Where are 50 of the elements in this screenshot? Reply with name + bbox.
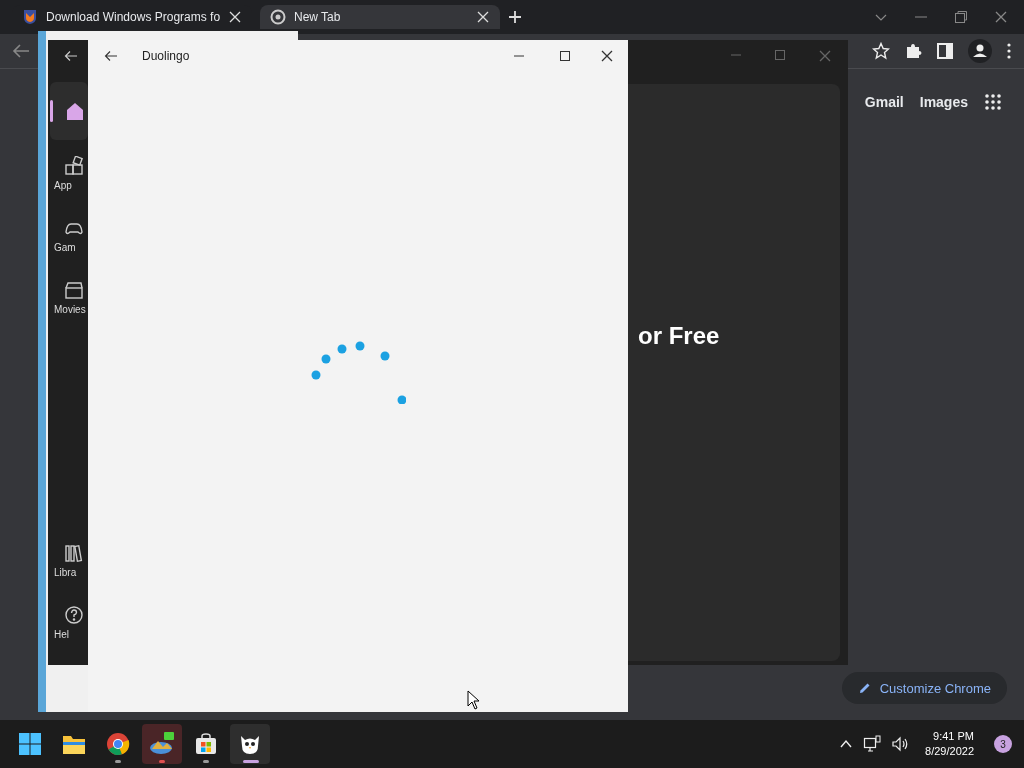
plus-icon xyxy=(508,10,522,24)
apps-icon xyxy=(64,155,84,176)
volume-icon xyxy=(891,735,910,753)
nav-item[interactable]: Gam xyxy=(50,206,88,264)
back-arrow-icon xyxy=(104,50,118,62)
network-icon xyxy=(863,735,882,753)
clock-date: 8/29/2022 xyxy=(925,744,974,759)
close-icon xyxy=(600,49,614,63)
close-icon xyxy=(994,10,1008,24)
shopping-bag-icon xyxy=(194,732,218,756)
side-panel-icon xyxy=(936,42,954,60)
back-arrow-icon xyxy=(12,43,30,59)
back-arrow-icon xyxy=(64,50,78,62)
back-button[interactable] xyxy=(104,50,118,62)
taskbar-app[interactable] xyxy=(142,724,182,764)
window-title: Duolingo xyxy=(142,49,190,63)
nav-item[interactable]: App xyxy=(50,144,88,202)
windows-start-icon xyxy=(18,732,42,756)
menu-dots-icon xyxy=(1006,42,1012,60)
nav-item[interactable]: Hel xyxy=(50,593,88,651)
headline: or Free xyxy=(638,322,720,350)
browser-tab[interactable]: New Tab xyxy=(260,5,500,29)
clock-time: 9:41 PM xyxy=(933,729,974,744)
library-icon xyxy=(64,542,84,563)
folder-icon xyxy=(62,733,86,755)
close-icon xyxy=(476,10,490,24)
nav-item[interactable] xyxy=(50,82,88,140)
close-icon xyxy=(818,49,832,63)
pencil-icon xyxy=(857,681,872,695)
shield-logo-icon xyxy=(22,9,38,25)
star-icon xyxy=(872,42,890,60)
nav-item[interactable]: Movies xyxy=(50,268,88,326)
header-link[interactable]: Gmail xyxy=(864,94,904,110)
browser-logo-icon xyxy=(106,732,130,756)
puzzle-icon xyxy=(904,42,922,60)
clapperboard-icon xyxy=(64,279,84,300)
landscape-app-icon xyxy=(149,731,175,757)
notification-badge[interactable]: 3 xyxy=(994,735,1012,753)
maximize-icon xyxy=(774,49,786,61)
restore-icon xyxy=(954,10,968,24)
nav-item[interactable]: Libra xyxy=(50,531,88,589)
customize-button[interactable]: Customize Chrome xyxy=(841,672,1007,704)
close-button[interactable] xyxy=(600,49,614,63)
header-link[interactable]: Images xyxy=(919,94,968,110)
help-icon xyxy=(64,604,84,625)
apps-grid-icon xyxy=(984,93,1002,111)
taskbar-app[interactable] xyxy=(230,724,270,764)
profile-icon xyxy=(968,39,992,63)
close-icon xyxy=(228,10,242,24)
home-icon xyxy=(64,100,86,122)
